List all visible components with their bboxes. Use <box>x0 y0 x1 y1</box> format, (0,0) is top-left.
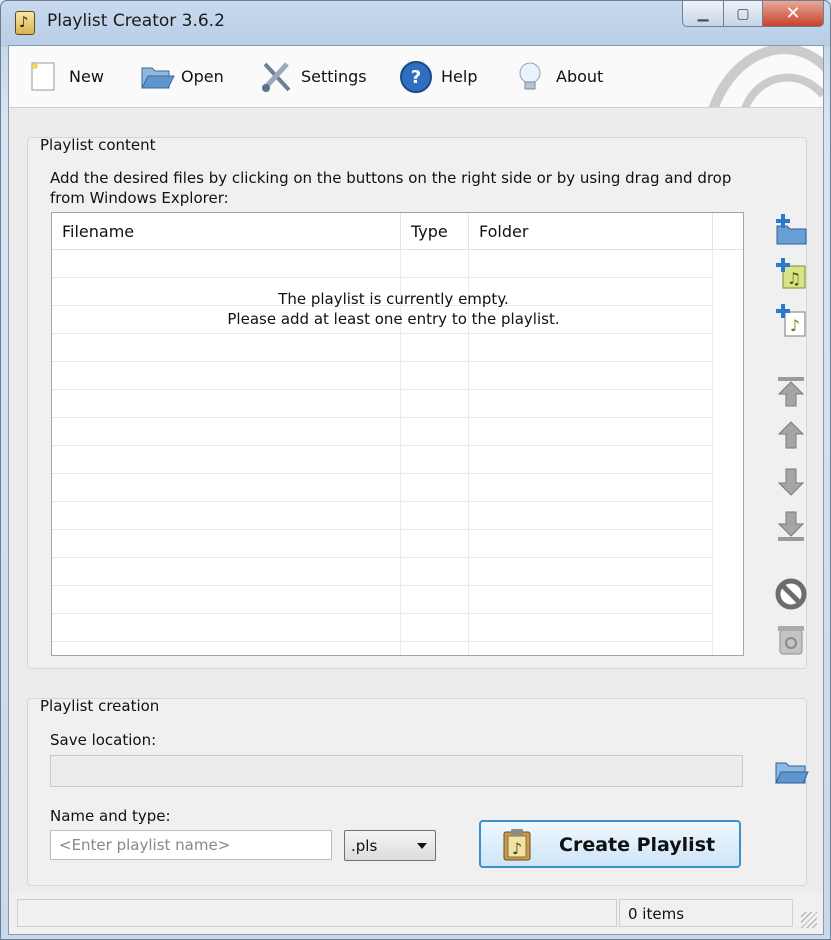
column-folder[interactable]: Folder <box>469 213 713 249</box>
add-audio-files-button[interactable]: ♫ <box>773 256 809 292</box>
empty-message-line-2: Please add at least one entry to the pla… <box>227 310 560 328</box>
save-location-label: Save location: <box>50 731 157 749</box>
toolbar-settings-label: Settings <box>301 66 367 86</box>
open-folder-icon <box>139 60 175 92</box>
toolbar-help-button[interactable]: ? Help <box>399 58 477 94</box>
logo-watermark-icon <box>708 46 823 107</box>
svg-text:?: ? <box>411 67 421 88</box>
playlist-creation-title: Playlist creation <box>40 697 160 715</box>
clipboard-music-icon: ♪ <box>503 829 531 861</box>
lightbulb-icon <box>514 60 546 92</box>
toolbar-new-button[interactable]: New <box>27 58 104 94</box>
status-message-panel <box>17 899 617 927</box>
dropdown-arrow-icon <box>417 843 427 849</box>
instructions-text: Add the desired files by clicking on the… <box>50 169 732 207</box>
clear-all-icon <box>778 626 804 655</box>
playlist-type-select[interactable]: .pls <box>344 830 436 861</box>
status-bar: 0 items <box>9 893 823 934</box>
client-area: New Open Settings ? Help About Playlist … <box>8 45 824 935</box>
item-count: 0 items <box>628 905 685 923</box>
new-document-icon <box>27 60 59 92</box>
move-to-top-button[interactable] <box>773 374 809 410</box>
column-type[interactable]: Type <box>401 213 469 249</box>
minimize-button[interactable]: ▁ <box>682 1 724 27</box>
move-up-button[interactable] <box>773 418 809 454</box>
window-controls: ▁ ▢ ✕ <box>682 1 824 29</box>
move-down-button[interactable] <box>773 463 809 499</box>
remove-button[interactable] <box>773 576 809 612</box>
add-playlist-icon: ♪ <box>776 304 806 337</box>
move-to-bottom-icon <box>777 511 805 541</box>
move-to-bottom-button[interactable] <box>773 508 809 544</box>
toolbar-about-button[interactable]: About <box>514 58 603 94</box>
save-location-field[interactable] <box>50 755 743 787</box>
app-icon <box>15 11 35 35</box>
move-to-top-icon <box>777 377 805 407</box>
create-playlist-label: Create Playlist <box>559 834 716 856</box>
remove-icon <box>775 578 807 610</box>
add-folder-button[interactable] <box>773 212 809 248</box>
playlist-name-input[interactable] <box>50 830 332 860</box>
table-header: Filename Type Folder <box>52 213 743 250</box>
help-icon: ? <box>399 60 432 93</box>
toolbar-open-label: Open <box>181 66 224 86</box>
toolbar-help-label: Help <box>441 66 478 86</box>
playlist-table[interactable]: Filename Type Folder The playlist is cur… <box>51 212 744 656</box>
toolbar-new-label: New <box>69 66 104 86</box>
title-bar[interactable]: Playlist Creator 3.6.2 ▁ ▢ ✕ <box>1 1 830 45</box>
toolbar-open-button[interactable]: Open <box>139 58 224 94</box>
move-down-icon <box>777 468 805 496</box>
wrench-screwdriver-icon <box>259 60 291 92</box>
add-audio-files-icon: ♫ <box>776 258 806 289</box>
toolbar-settings-button[interactable]: Settings <box>259 58 367 94</box>
column-filename[interactable]: Filename <box>52 213 401 249</box>
empty-message: The playlist is currently empty. Please … <box>52 289 735 329</box>
playlist-type-value: .pls <box>351 837 378 855</box>
add-folder-icon <box>776 214 807 245</box>
svg-text:♫: ♫ <box>787 269 801 288</box>
resize-grip-icon[interactable] <box>801 912 817 928</box>
app-window: Playlist Creator 3.6.2 ▁ ▢ ✕ New Open <box>0 0 831 940</box>
browse-save-location-button[interactable] <box>773 753 809 789</box>
svg-text:♪: ♪ <box>512 839 522 858</box>
status-count-panel: 0 items <box>619 899 793 927</box>
playlist-creation-group: Playlist creation Save location: Name an… <box>27 697 809 886</box>
playlist-content-group: Playlist content Add the desired files b… <box>27 136 809 669</box>
folder-icon <box>775 762 809 784</box>
toolbar: New Open Settings ? Help About <box>9 46 823 108</box>
window-title: Playlist Creator 3.6.2 <box>47 11 225 31</box>
create-playlist-button[interactable]: ♪ Create Playlist <box>479 820 741 868</box>
empty-message-line-1: The playlist is currently empty. <box>278 290 509 308</box>
playlist-content-title: Playlist content <box>40 136 156 154</box>
close-button[interactable]: ✕ <box>763 1 824 27</box>
move-up-icon <box>777 421 805 449</box>
toolbar-about-label: About <box>556 66 604 86</box>
clear-all-button[interactable] <box>773 621 809 657</box>
svg-text:♪: ♪ <box>790 316 800 335</box>
maximize-button[interactable]: ▢ <box>724 1 763 27</box>
add-playlist-button[interactable]: ♪ <box>773 302 809 338</box>
name-type-label: Name and type: <box>50 807 171 825</box>
